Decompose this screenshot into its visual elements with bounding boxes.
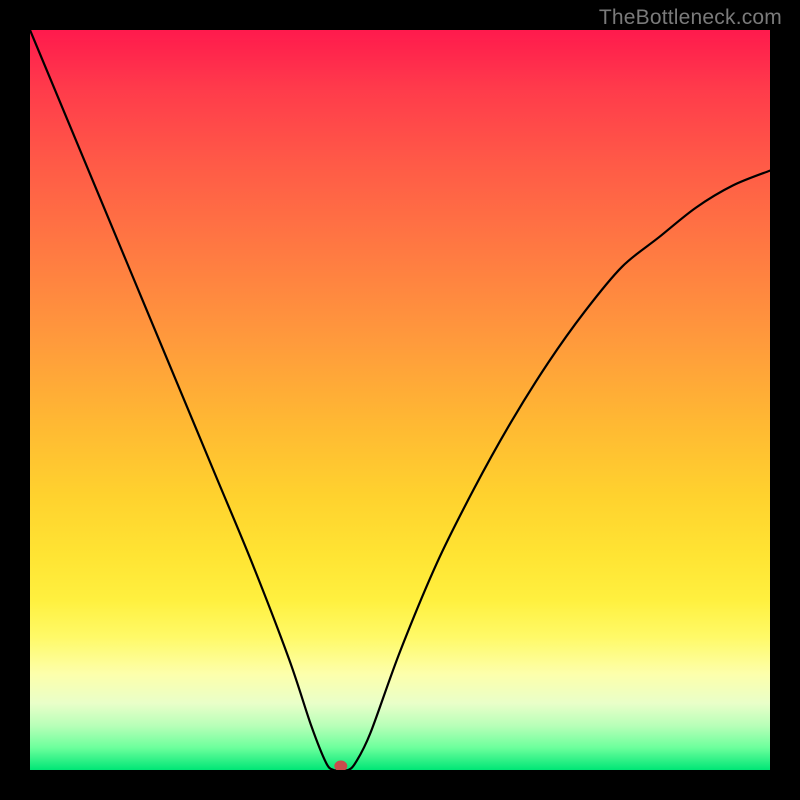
bottleneck-curve-path: [30, 30, 770, 770]
curve-svg: [30, 30, 770, 770]
chart-container: TheBottleneck.com: [0, 0, 800, 800]
attribution-label: TheBottleneck.com: [599, 6, 782, 30]
plot-area: [30, 30, 770, 770]
minimum-marker: [335, 761, 347, 770]
